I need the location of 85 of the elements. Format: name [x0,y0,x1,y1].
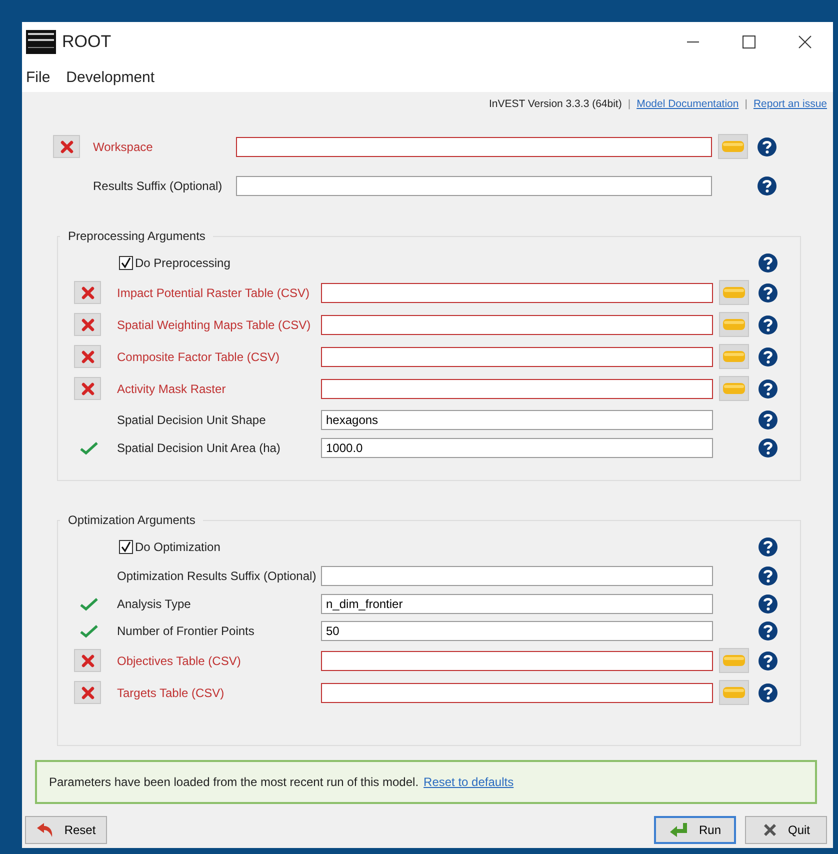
invalid-button[interactable] [74,681,101,704]
input-field[interactable]: 1000.0 [321,438,713,458]
help-icon[interactable] [758,282,778,302]
reset-link[interactable]: Reset to defaults [424,775,514,789]
field-label: Spatial Weighting Maps Table (CSV) [117,318,312,332]
cross-icon [80,686,94,700]
field-label: Impact Potential Raster Table (CSV) [117,286,311,300]
folder-icon [723,686,745,699]
help-icon[interactable] [758,410,778,430]
field-label: Spatial Decision Unit Shape [117,412,267,426]
input-field[interactable] [321,346,713,366]
help-icon[interactable] [758,378,778,398]
input-field[interactable] [321,650,713,670]
input-field[interactable] [321,682,713,702]
invalid-button[interactable] [74,313,101,336]
help-icon[interactable] [758,314,778,334]
input-field[interactable]: hexagons [321,410,713,430]
separator: | [628,98,631,112]
run-button[interactable]: Run [654,816,736,844]
help-icon[interactable] [758,438,778,458]
reset-button[interactable]: Reset [25,816,107,844]
help-icon[interactable] [758,346,778,366]
field-label: Number of Frontier Points [117,624,256,638]
checkbox[interactable] [119,256,133,270]
message-text: Parameters have been loaded from the most recent run of this model. [49,775,419,789]
help-icon[interactable] [758,594,778,614]
input-field[interactable]: n_dim_frontier [321,594,713,614]
field-label: Results Suffix (Optional) [93,178,224,192]
separator: | [744,98,748,112]
checkbox-label: Do Preprocessing [135,256,230,270]
invalid-button[interactable] [53,135,80,158]
input-field[interactable] [321,566,713,586]
cross-icon [60,140,74,154]
cross-icon [762,822,778,838]
arrow-icon [668,822,689,838]
cross-icon [80,654,94,668]
help-icon[interactable] [758,537,778,557]
cross-icon [80,382,94,396]
invalid-button[interactable] [74,281,101,304]
input-field[interactable]: 50 [321,621,713,641]
invalid-button[interactable] [74,345,101,368]
quit-button[interactable]: Quit [745,816,827,844]
field-label: Activity Mask Raster [117,382,227,396]
help-icon[interactable] [758,621,778,641]
input-field[interactable] [321,314,713,334]
field-label: Workspace [93,140,154,154]
input-field[interactable] [321,282,713,302]
folder-icon [722,140,744,153]
cross-icon [80,350,94,364]
menu-item[interactable]: File [24,66,52,88]
checkbox-label: Do Optimization [135,540,220,554]
field-label: Optimization Results Suffix (Optional) [117,568,318,582]
field-label: Analysis Type [117,597,192,611]
folder-icon [723,382,745,395]
group-title: Preprocessing Arguments [67,229,206,243]
menu-item[interactable]: Development [64,66,157,88]
folder-icon [723,654,745,667]
link[interactable]: Model Documentation [636,98,739,114]
help-icon[interactable] [758,253,778,273]
input-field[interactable] [321,378,713,398]
invalid-button[interactable] [74,377,101,400]
help-icon[interactable] [757,136,777,156]
group-title: Optimization Arguments [67,513,196,527]
field-label: Composite Factor Table (CSV) [117,350,281,364]
checkbox[interactable] [119,540,133,554]
folder-icon [723,350,745,363]
field-label: Targets Table (CSV) [117,686,226,700]
cross-icon [80,318,94,332]
invalid-button[interactable] [74,649,101,672]
input-field[interactable] [236,136,712,156]
help-icon[interactable] [758,682,778,702]
link[interactable]: Report an issue [753,98,827,114]
help-icon[interactable] [758,566,778,586]
help-icon[interactable] [758,650,778,670]
logo-icon [26,30,56,54]
version-text: InVEST Version 3.3.3 (64bit) [488,98,622,112]
field-label: Objectives Table (CSV) [117,654,242,668]
cross-icon [80,286,94,300]
input-field[interactable] [236,176,712,196]
window-title: ROOT [62,32,112,52]
undo-arrow-icon [36,822,54,838]
folder-icon [723,286,745,299]
help-icon[interactable] [757,176,777,196]
field-label: Spatial Decision Unit Area (ha) [117,441,282,455]
folder-icon [723,318,745,331]
